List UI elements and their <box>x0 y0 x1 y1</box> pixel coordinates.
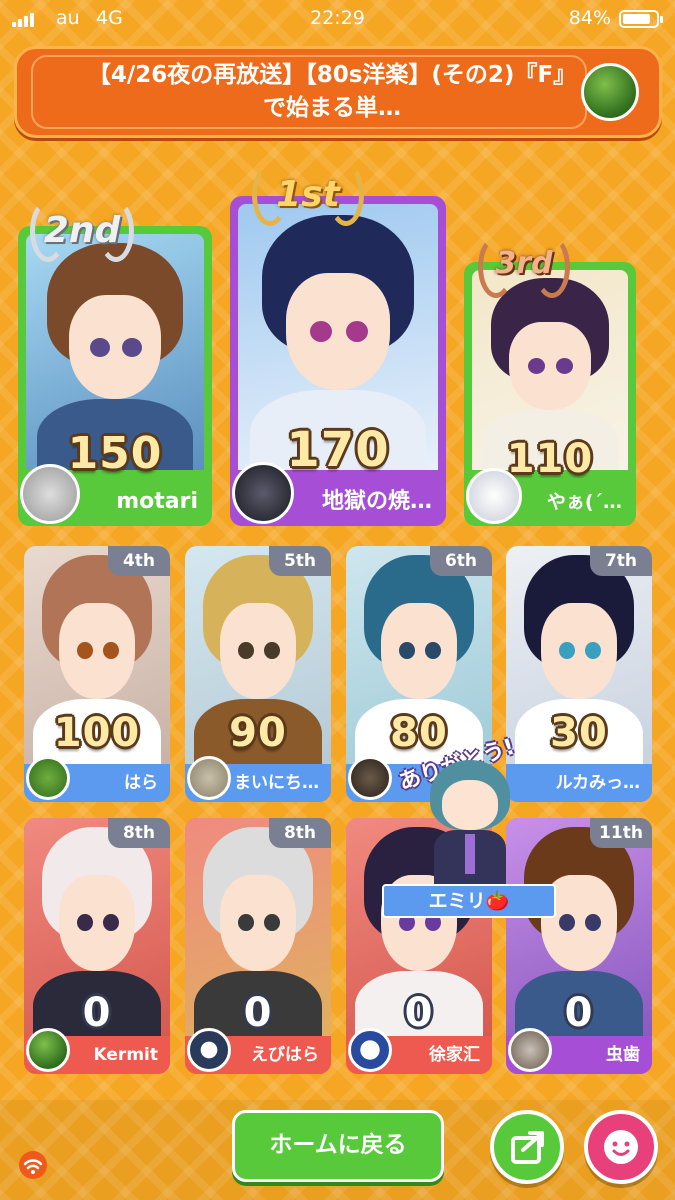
wifi-icon <box>19 1151 47 1179</box>
medal-label: 1st <box>276 174 340 215</box>
thanks-character-art <box>420 760 520 890</box>
rank-tab: 11th <box>590 818 652 848</box>
player-avatar[interactable] <box>26 756 70 800</box>
medal-label: 3rd <box>495 246 553 281</box>
rank-tab: 8th <box>269 818 331 848</box>
podium-card-2nd[interactable]: 150 motari <box>18 226 212 526</box>
rank-tab: 7th <box>590 546 652 576</box>
rank-tab: 6th <box>430 546 492 576</box>
podium-card-1st[interactable]: 170 地獄の焼… <box>230 196 446 526</box>
rank-card-5[interactable]: 5th 90 まいにち… <box>185 546 331 802</box>
player-avatar[interactable] <box>466 468 522 524</box>
rank-tab: 5th <box>269 546 331 576</box>
share-button[interactable] <box>490 1110 564 1184</box>
player-avatar[interactable] <box>26 1028 70 1072</box>
player-avatar[interactable] <box>508 1028 552 1072</box>
thanks-overlay: ありがとう! エミリ🍅 <box>372 722 568 922</box>
emote-button[interactable] <box>584 1110 658 1184</box>
rank-tab: 4th <box>108 546 170 576</box>
player-avatar[interactable] <box>348 1028 392 1072</box>
player-avatar[interactable] <box>187 1028 231 1072</box>
host-avatar[interactable] <box>581 63 639 121</box>
medal-2nd-icon: 2nd <box>26 196 138 268</box>
rank-card-8b[interactable]: 8th 0 えびはら <box>185 818 331 1074</box>
battery-icon <box>619 10 663 28</box>
share-icon <box>511 1131 544 1164</box>
title-banner[interactable]: 【4/26夜の再放送】【80s洋楽】(その2)『F』で始まる単… <box>14 46 662 138</box>
battery-percent: 84% <box>568 7 611 29</box>
medal-3rd-icon: 3rd <box>474 232 574 304</box>
rank-score: 90 <box>229 710 287 756</box>
player-avatar[interactable] <box>187 756 231 800</box>
home-button[interactable]: ホームに戻る <box>232 1110 444 1182</box>
smile-icon <box>604 1130 638 1164</box>
medal-label: 2nd <box>43 210 121 251</box>
battery-fill <box>623 14 650 24</box>
medal-1st-icon: 1st <box>248 160 368 232</box>
player-avatar[interactable] <box>232 462 294 524</box>
player-avatar[interactable] <box>20 464 80 524</box>
rank-score: 100 <box>53 710 141 756</box>
rank-tab: 8th <box>108 818 170 848</box>
rank-card-4[interactable]: 4th 100 はら <box>24 546 170 802</box>
stream-title: 【4/26夜の再放送】【80s洋楽】(その2)『F』で始まる単… <box>87 62 577 121</box>
thanks-name-label: エミリ🍅 <box>382 884 556 918</box>
rank-card-8a[interactable]: 8th 0 Kermit <box>24 818 170 1074</box>
status-bar: au 4G 22:29 84% <box>0 0 675 40</box>
